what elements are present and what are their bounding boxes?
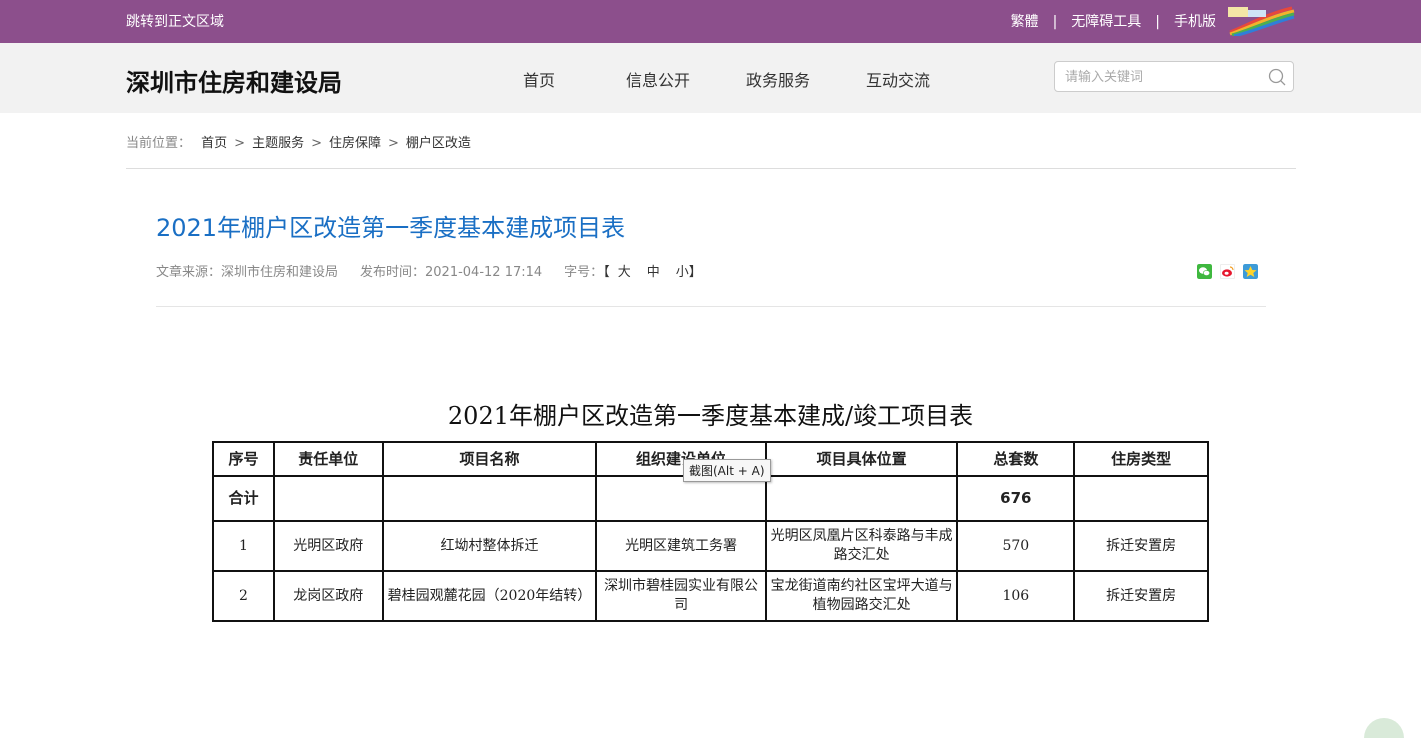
search-input[interactable] (1065, 68, 1255, 86)
column-header: 总套数 (956, 441, 1076, 477)
breadcrumb-separator: > (311, 136, 322, 151)
skip-to-content-link[interactable]: 跳转到正文区域 (126, 11, 224, 31)
breadcrumb-item-home[interactable]: 首页 (201, 136, 227, 151)
wechat-icon[interactable] (1197, 264, 1212, 279)
table-cell: 拆迁安置房 (1073, 520, 1209, 572)
font-size-small[interactable]: 小 (676, 265, 689, 280)
divider (126, 168, 1296, 169)
article-publish-time: 发布时间：2021-04-12 17:14 (360, 265, 543, 280)
table-cell: 106 (956, 570, 1076, 622)
table-row: 2 龙岗区政府 碧桂园观麓花园（2020年结转） 深圳市碧桂园实业有限公司 宝龙… (212, 570, 1209, 622)
site-header: 深圳市住房和建设局 首页 信息公开 政务服务 互动交流 (0, 43, 1421, 113)
font-size-label: 字号： (564, 265, 604, 280)
table-cell: 红坳村整体拆迁 (381, 520, 598, 572)
article-meta: 文章来源：深圳市住房和建设局 发布时间：2021-04-12 17:14 字号：【大… (156, 261, 702, 280)
breadcrumb-item-housing-security[interactable]: 住房保障 (329, 136, 381, 151)
table-cell: 拆迁安置房 (1073, 570, 1209, 622)
column-header: 责任单位 (272, 441, 384, 477)
table-cell (764, 475, 959, 522)
table-cell: 光明区凤凰片区科泰路与丰成路交汇处 (764, 520, 959, 572)
table-cell: 570 (956, 520, 1076, 572)
breadcrumb-label: 当前位置： (126, 136, 192, 151)
top-bar: 跳转到正文区域 繁體 | 无障碍工具 | 手机版 (0, 0, 1421, 43)
nav-item-info-disclosure[interactable]: 信息公开 (626, 67, 690, 91)
table-cell: 光明区政府 (272, 520, 384, 572)
table-cell (595, 475, 767, 522)
table-cell: 光明区建筑工务署 (595, 520, 767, 572)
rainbow-logo-icon[interactable] (1226, 4, 1296, 36)
table-cell (272, 475, 384, 522)
table-cell: 龙岗区政府 (272, 570, 384, 622)
column-header: 项目名称 (381, 441, 598, 477)
nav-item-government-services[interactable]: 政务服务 (746, 67, 810, 91)
search-box (1054, 61, 1294, 92)
column-header: 项目具体位置 (764, 441, 959, 477)
top-separator: | (1155, 14, 1160, 30)
font-size-medium[interactable]: 中 (647, 265, 660, 280)
table-row: 1 光明区政府 红坳村整体拆迁 光明区建筑工务署 光明区凤凰片区科泰路与丰成路交… (212, 520, 1209, 572)
breadcrumb-separator: > (388, 136, 399, 151)
table-cell: 宝龙街道南约社区宝坪大道与植物园路交汇处 (764, 570, 959, 622)
breadcrumb-item-topic-services[interactable]: 主题服务 (252, 136, 304, 151)
search-icon[interactable] (1267, 67, 1287, 87)
table-total-row: 合计 676 (212, 475, 1209, 522)
article-title: 2021年棚户区改造第一季度基本建成项目表 (156, 214, 626, 242)
table-cell: 合计 (212, 475, 275, 522)
mobile-version-link[interactable]: 手机版 (1174, 11, 1216, 31)
table-cell: 碧桂园观麓花园（2020年结转） (381, 570, 598, 622)
site-title[interactable]: 深圳市住房和建设局 (126, 63, 342, 98)
table-cell: 2 (212, 570, 275, 622)
accessibility-tools-link[interactable]: 无障碍工具 (1071, 11, 1141, 31)
table-cell: 1 (212, 520, 275, 572)
table-title: 2021年棚户区改造第一季度基本建成/竣工项目表 (447, 402, 974, 430)
column-header: 住房类型 (1073, 441, 1209, 477)
article-source: 文章来源：深圳市住房和建设局 (156, 265, 339, 280)
screenshot-tooltip: 截图(Alt + A) (683, 459, 771, 482)
font-size-bracket-close: 】 (688, 265, 702, 280)
table-cell: 深圳市碧桂园实业有限公司 (595, 570, 767, 622)
nav-item-interaction[interactable]: 互动交流 (866, 67, 930, 91)
weibo-icon[interactable] (1220, 264, 1235, 279)
table-cell: 676 (956, 475, 1076, 522)
top-links: 繁體 | 无障碍工具 | 手机版 (1011, 11, 1216, 31)
column-header: 序号 (212, 441, 275, 477)
table-cell (381, 475, 598, 522)
font-size-bracket-open: 【 (603, 265, 610, 280)
font-size-large[interactable]: 大 (618, 265, 631, 280)
qzone-icon[interactable] (1243, 264, 1258, 279)
breadcrumb: 当前位置： 首页 > 主题服务 > 住房保障 > 棚户区改造 (126, 132, 471, 151)
breadcrumb-item-shantytown[interactable]: 棚户区改造 (406, 136, 471, 151)
floating-widget-edge[interactable] (1364, 718, 1404, 738)
traditional-chinese-link[interactable]: 繁體 (1011, 11, 1039, 31)
top-separator: | (1052, 14, 1058, 30)
divider (156, 306, 1266, 307)
table-cell (1073, 475, 1209, 522)
breadcrumb-separator: > (234, 136, 246, 151)
nav-item-home[interactable]: 首页 (523, 67, 555, 91)
